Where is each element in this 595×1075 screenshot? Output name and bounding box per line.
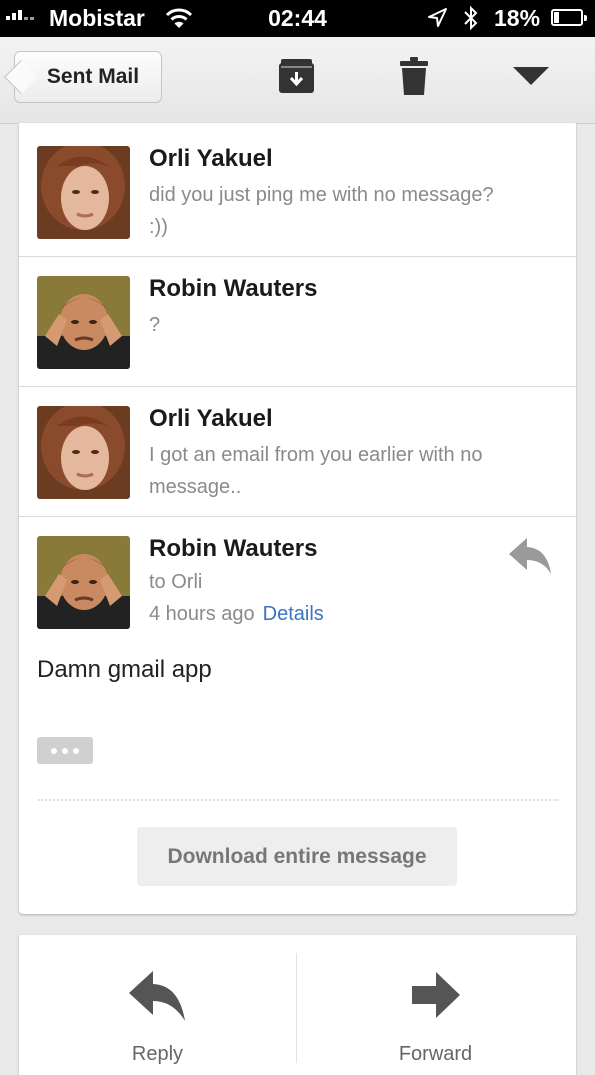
archive-icon[interactable] (278, 58, 315, 94)
message-snippet: did you just ping me with no message? :)… (149, 184, 494, 238)
action-bar: Reply Forward (19, 935, 576, 1075)
battery-icon (551, 9, 587, 26)
sender-name: Robin Wauters (149, 535, 318, 562)
toolbar: Sent Mail (0, 37, 595, 124)
divider (38, 799, 558, 801)
location-arrow-icon (428, 8, 447, 27)
back-button[interactable]: Sent Mail (14, 51, 162, 103)
reply-icon (129, 971, 185, 1021)
message-item[interactable]: Orli Yakuel did you just ping me with no… (19, 126, 576, 257)
message-thread: Orli Yakuel did you just ping me with no… (19, 123, 576, 914)
details-link[interactable]: Details (263, 603, 324, 625)
avatar (37, 276, 130, 369)
sender-name: Orli Yakuel (149, 145, 273, 172)
reply-button[interactable]: Reply (19, 935, 296, 1075)
show-quoted-text-button[interactable] (37, 737, 93, 764)
message-item[interactable]: Orli Yakuel I got an email from you earl… (19, 386, 576, 517)
status-bar: Mobistar 02:44 18% (0, 0, 595, 37)
trash-icon[interactable] (400, 57, 428, 95)
avatar (37, 406, 130, 499)
chevron-down-icon[interactable] (513, 67, 549, 87)
sender-name: Robin Wauters (149, 275, 318, 302)
avatar (37, 536, 130, 629)
message-snippet: ? (149, 314, 161, 336)
download-message-button[interactable]: Download entire message (137, 827, 457, 886)
message-time: 4 hours ago (149, 603, 255, 625)
forward-arrow-icon (412, 972, 460, 1018)
sender-name: Orli Yakuel (149, 405, 273, 432)
reply-label: Reply (131, 1043, 184, 1065)
avatar (37, 146, 130, 239)
message-meta: 4 hours ago Details (149, 603, 324, 626)
message-snippet: I got an email from you earlier with no … (149, 444, 483, 498)
ellipsis-icon (51, 747, 57, 754)
recipient-line: to Orli (149, 571, 203, 593)
bluetooth-icon (464, 5, 478, 31)
forward-label: Forward (398, 1043, 473, 1065)
back-button-label: Sent Mail (46, 65, 140, 88)
message-body: Damn gmail app (37, 656, 212, 683)
message-item[interactable]: Robin Wauters ? (19, 256, 576, 387)
forward-button[interactable]: Forward (297, 935, 574, 1075)
reply-icon[interactable] (509, 538, 551, 574)
battery-percent: 18% (494, 5, 541, 31)
